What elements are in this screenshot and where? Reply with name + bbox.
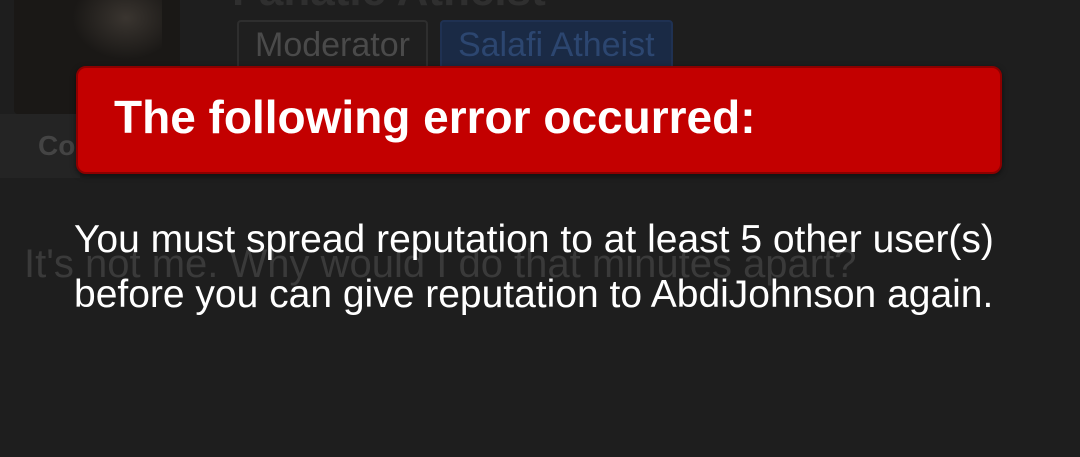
avatar-image — [72, 0, 162, 60]
error-banner: The following error occurred: — [76, 66, 1002, 174]
post-username[interactable]: Fanatic Atheist — [232, 0, 546, 16]
post-stats-label: Co — [38, 130, 76, 161]
error-title: The following error occurred: — [114, 91, 756, 143]
error-message: You must spread reputation to at least 5… — [74, 218, 994, 316]
screen: Fanatic Atheist Moderator Salafi Atheist… — [0, 0, 1080, 457]
